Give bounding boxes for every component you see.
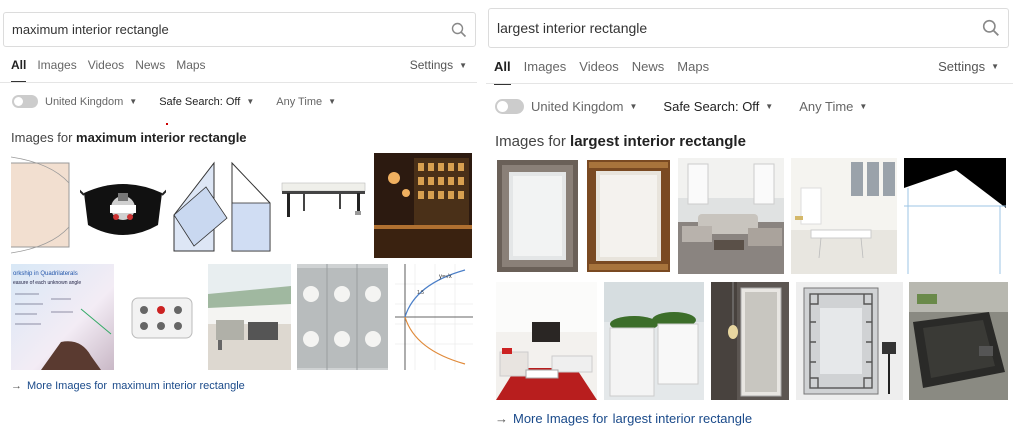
more-images-query: largest interior rectangle [612,411,753,426]
search-input[interactable] [12,13,413,46]
settings-label: Settings [409,58,454,72]
tab-maps[interactable]: Maps [176,58,205,72]
more-images-link[interactable]: → More Images for maximum interior recta… [11,380,245,392]
tab-images[interactable]: Images [37,58,76,72]
caret-down-icon: ▼ [328,97,337,106]
image-thumbnail[interactable] [904,158,1006,274]
tab-images[interactable]: Images [524,59,567,74]
images-title-query: largest interior rectangle [570,133,746,150]
safe-search-filter[interactable]: Safe Search: Off ▼ [159,96,254,108]
search-box [3,12,476,47]
image-thumbnail[interactable] [586,158,671,274]
image-thumbnail[interactable]: y=√x 1.5 [395,264,473,370]
search-icon[interactable] [451,22,467,38]
caret-down-icon: ▼ [765,102,774,111]
search-filters: United Kingdom ▼ Safe Search: Off ▼ Any … [12,95,336,108]
time-label: Any Time [799,99,854,114]
more-images-link[interactable]: → More Images for largest interior recta… [495,411,752,426]
tab-all[interactable]: All [11,58,27,83]
search-box [488,8,1009,48]
search-input[interactable] [497,9,939,47]
image-thumbnail[interactable] [604,282,704,400]
safe-search-label: Safe Search: Off [159,95,241,108]
images-title-prefix: Images for [495,133,571,150]
settings-dropdown[interactable]: Settings ▼ [938,59,999,74]
caret-down-icon: ▼ [246,97,255,106]
worksheet-heading: orkship in Quadrilaterals [13,271,78,277]
tab-news[interactable]: News [632,59,665,74]
tab-videos[interactable]: Videos [579,59,619,74]
image-thumbnail[interactable] [791,158,897,274]
region-toggle[interactable] [495,99,524,114]
time-label: Any Time [276,95,323,108]
safe-search-filter[interactable]: Safe Search: Off ▼ [663,99,773,114]
region-toggle[interactable] [12,95,38,108]
arrow-right-icon: → [11,380,22,392]
region-label: United Kingdom [45,95,124,108]
region-label: United Kingdom [531,99,624,114]
tab-all[interactable]: All [494,59,511,85]
region-filter[interactable]: United Kingdom ▼ [45,96,137,108]
tab-videos[interactable]: Videos [88,58,124,72]
caret-down-icon: ▼ [629,102,638,111]
image-thumbnail[interactable] [496,282,597,400]
search-icon[interactable] [982,19,1000,37]
image-thumbnail[interactable]: orkship in Quadrilaterals easure of each… [11,264,114,370]
more-images-prefix: More Images for [513,411,608,426]
caret-down-icon: ▼ [859,102,868,111]
image-thumbnail[interactable] [496,158,579,274]
graph-value: 1.5 [417,290,424,296]
image-thumbnail[interactable] [374,153,472,258]
images-title-query: maximum interior rectangle [76,130,247,145]
settings-label: Settings [938,59,986,74]
time-filter[interactable]: Any Time ▼ [276,96,336,108]
settings-dropdown[interactable]: Settings ▼ [410,58,467,72]
caret-down-icon: ▼ [129,97,138,106]
divider [486,83,1013,84]
image-thumbnail[interactable] [80,153,166,258]
graph-formula: y=√x [439,273,452,280]
images-section-title: Images for largest interior rectangle [495,133,746,150]
more-images-prefix: More Images for [27,380,108,392]
time-filter[interactable]: Any Time ▼ [799,99,867,114]
more-images-query: maximum interior rectangle [112,380,245,392]
tab-news[interactable]: News [135,58,165,72]
image-thumbnail[interactable] [711,282,789,400]
images-section-title: Images for maximum interior rectangle [11,130,247,145]
image-thumbnail[interactable] [297,264,388,370]
right-search-panel: All Images Videos News Maps Settings ▼ U… [486,0,1013,440]
search-filters: United Kingdom ▼ Safe Search: Off ▼ Any … [495,99,867,114]
image-thumbnail[interactable] [172,153,273,258]
search-tabs: All Images Videos News Maps [494,59,709,85]
safe-search-label: Safe Search: Off [663,99,760,114]
image-thumbnail[interactable] [678,158,784,274]
caret-down-icon: ▼ [459,60,467,70]
caret-down-icon: ▼ [991,62,999,71]
arrow-right-icon: → [495,411,508,426]
left-search-panel: All Images Videos News Maps Settings ▼ U… [0,0,477,440]
image-thumbnail[interactable] [11,153,72,258]
image-thumbnail[interactable] [122,264,201,370]
image-thumbnail[interactable] [909,282,1008,400]
tab-maps[interactable]: Maps [677,59,709,74]
image-thumbnail[interactable] [279,153,368,258]
region-filter[interactable]: United Kingdom ▼ [531,99,637,114]
image-thumbnail[interactable] [796,282,903,400]
image-thumbnail[interactable] [208,264,291,370]
worksheet-subheading: easure of each unknown angle [13,280,81,286]
stray-red-dot [166,123,168,125]
images-title-prefix: Images for [11,130,77,145]
divider [0,82,477,83]
search-tabs: All Images Videos News Maps [11,58,206,83]
